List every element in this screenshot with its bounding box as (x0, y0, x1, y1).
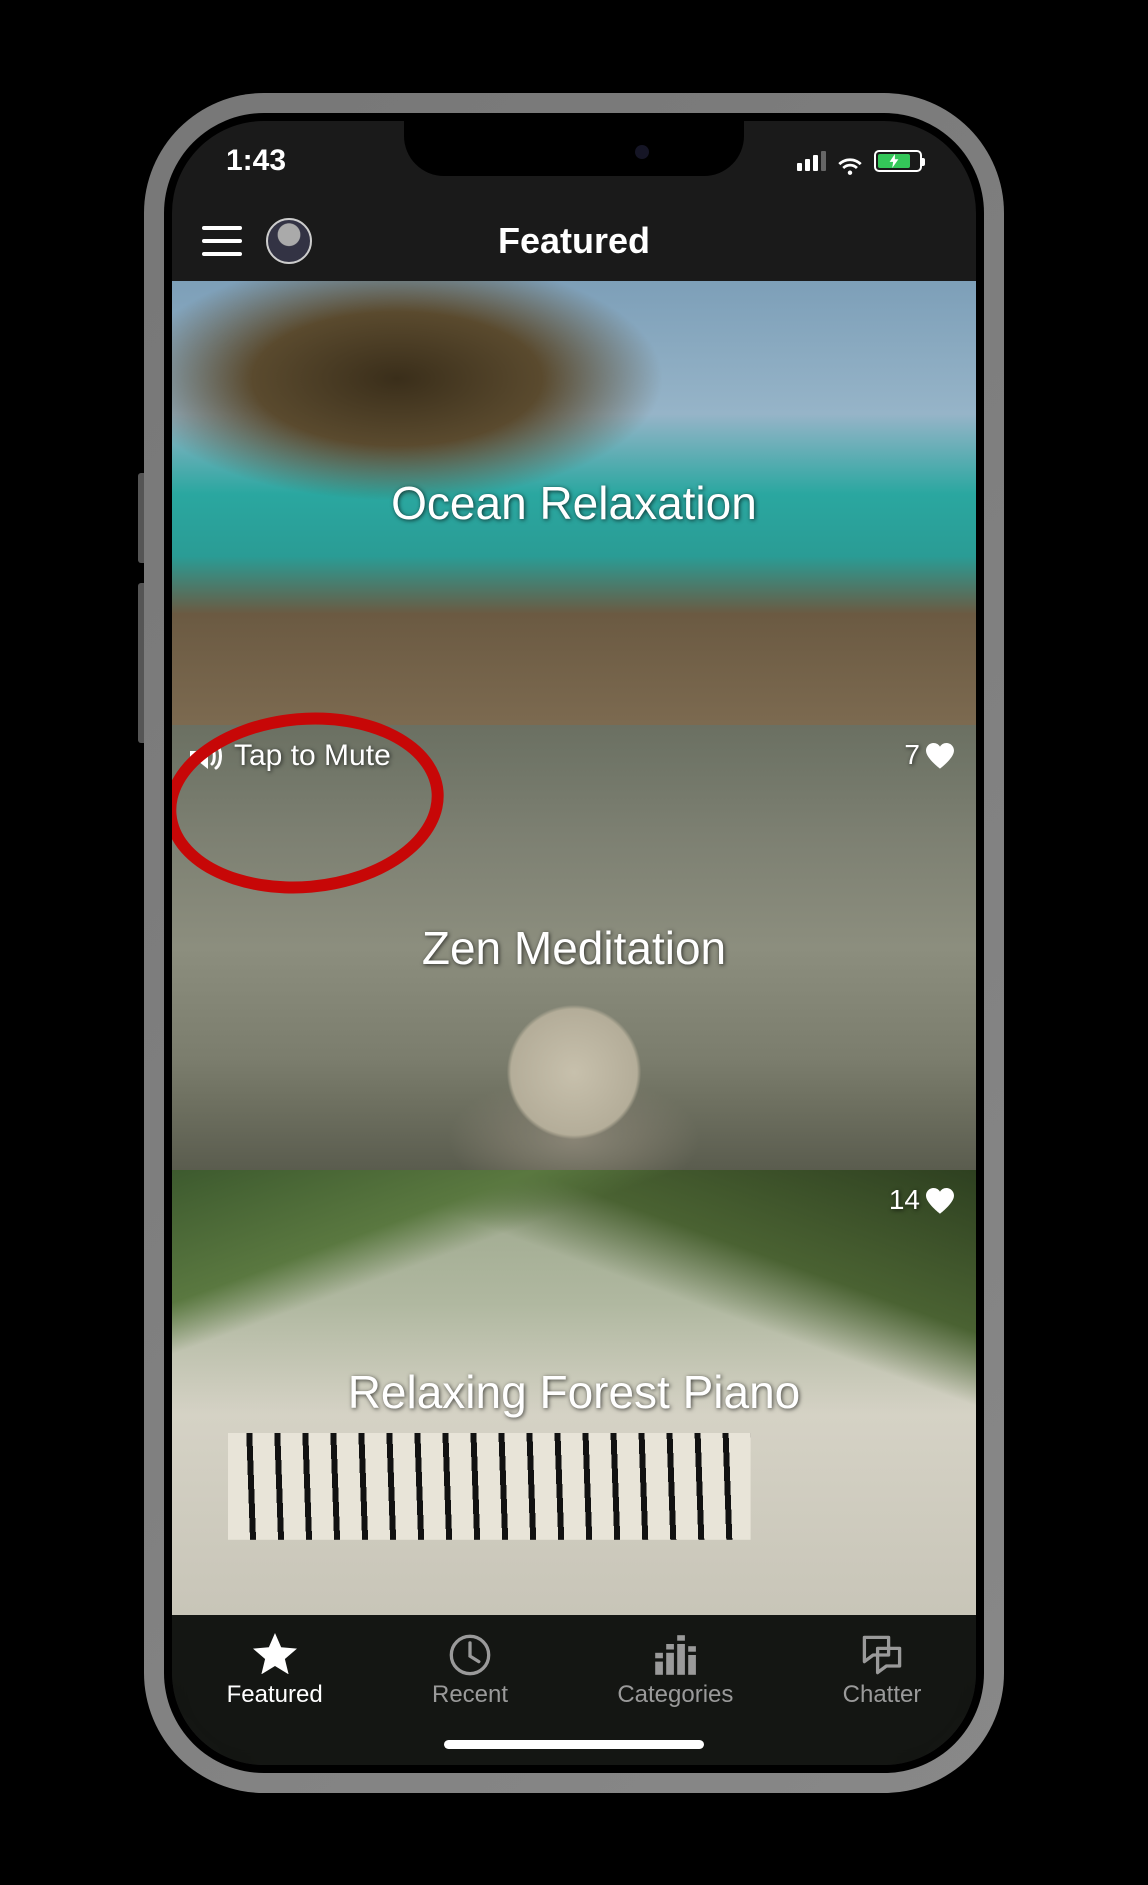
heart-icon (926, 1188, 954, 1212)
mute-label: Tap to Mute (234, 739, 391, 773)
home-indicator[interactable] (444, 1740, 704, 1749)
tab-label: Recent (432, 1681, 508, 1709)
heart-icon (926, 743, 954, 767)
tab-label: Featured (227, 1681, 323, 1709)
card-zen-meditation[interactable]: Tap to Mute 7 Zen Meditation (172, 725, 976, 1170)
card-title: Ocean Relaxation (391, 476, 757, 530)
wifi-icon (836, 150, 864, 172)
clock-icon (448, 1633, 492, 1673)
tab-label: Chatter (843, 1681, 922, 1709)
card-relaxing-forest-piano[interactable]: 14 Relaxing Forest Piano (172, 1170, 976, 1615)
phone-frame: 1:43 (144, 93, 1004, 1793)
notch (404, 121, 744, 176)
chat-icon (860, 1633, 904, 1673)
star-icon (253, 1633, 297, 1673)
tab-recent[interactable]: Recent (432, 1633, 508, 1709)
card-list[interactable]: Ocean Relaxation Tap to Mute 7 (172, 281, 976, 1615)
card-ocean-relaxation[interactable]: Ocean Relaxation (172, 281, 976, 726)
likes-count: 14 (889, 1184, 920, 1216)
tab-bar: Featured Recent Categories (172, 1615, 976, 1765)
cellular-signal-icon (797, 151, 826, 171)
tab-featured[interactable]: Featured (227, 1633, 323, 1709)
card-title: Relaxing Forest Piano (348, 1365, 801, 1419)
speaker-icon (190, 741, 226, 771)
status-time: 1:43 (226, 144, 286, 178)
annotation-circle (172, 701, 451, 905)
profile-button[interactable] (266, 218, 312, 264)
tab-chatter[interactable]: Chatter (843, 1633, 922, 1709)
phone-bezel: 1:43 (164, 113, 984, 1773)
tap-to-mute-button[interactable]: Tap to Mute (190, 739, 391, 773)
tab-label: Categories (617, 1681, 733, 1709)
battery-icon (874, 150, 922, 172)
likes-count: 7 (904, 739, 920, 771)
grid-icon (653, 1633, 697, 1673)
card-likes[interactable]: 14 (889, 1184, 954, 1216)
screen: 1:43 (172, 121, 976, 1765)
tab-categories[interactable]: Categories (617, 1633, 733, 1709)
status-right (797, 150, 922, 172)
menu-button[interactable] (202, 226, 242, 256)
navigation-bar: Featured (172, 201, 976, 281)
card-title: Zen Meditation (422, 921, 726, 975)
card-likes[interactable]: 7 (904, 739, 954, 771)
